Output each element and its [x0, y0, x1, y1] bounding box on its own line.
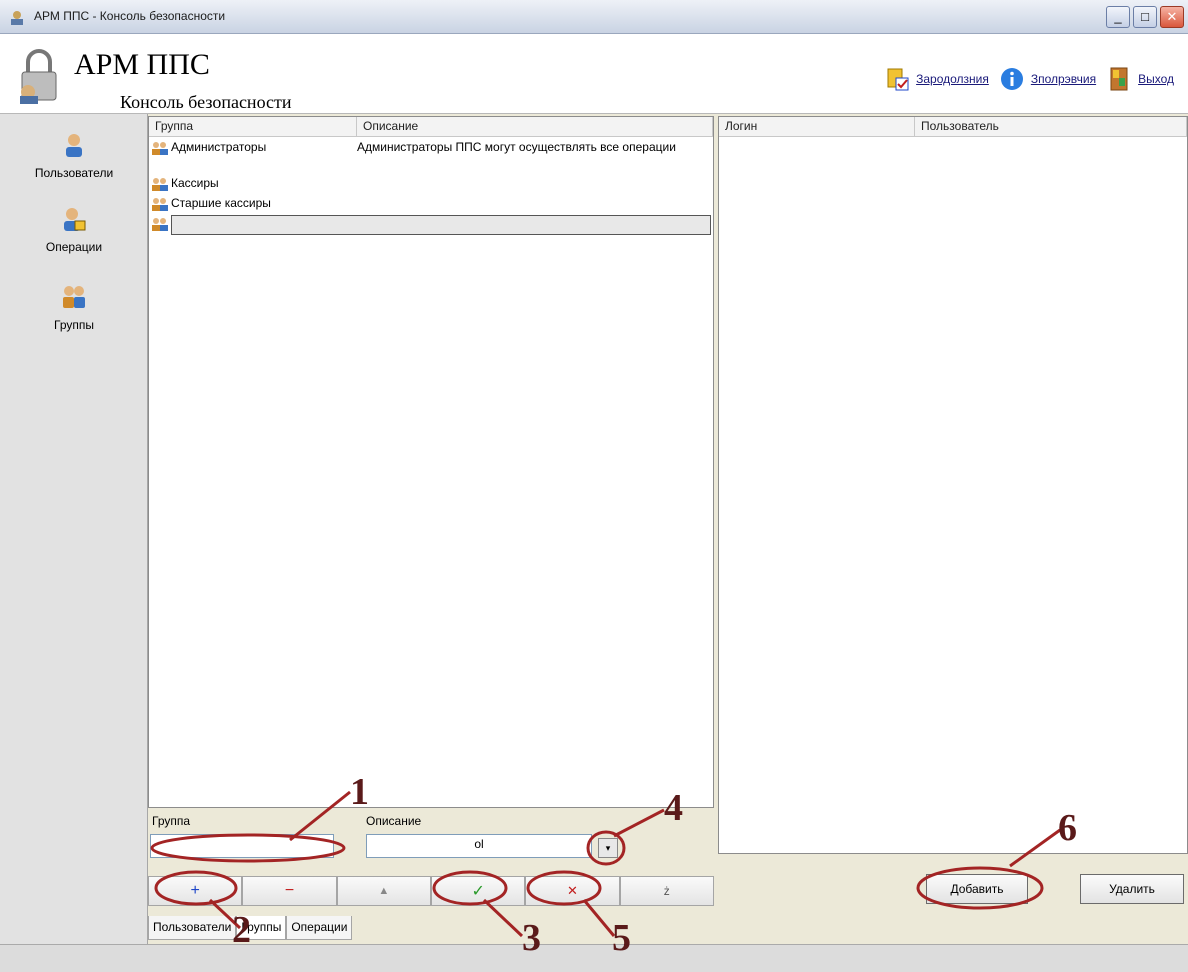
annotation-number-5: 5 [612, 917, 631, 959]
sidebar-item-operations[interactable]: Операции [0, 206, 148, 254]
group-name-cell: Администраторы [171, 140, 267, 154]
exit-door-icon [1110, 67, 1128, 91]
annotation-number-6: 6 [1058, 807, 1077, 849]
column-header-login[interactable]: Логин [719, 117, 915, 137]
cancel-button[interactable]: ✕ [525, 876, 620, 906]
sidebar-item-groups[interactable]: Группы [0, 284, 148, 332]
app-subtitle: Консоль безопасности [120, 92, 292, 112]
app-icon [11, 11, 23, 25]
description-dropdown-button[interactable]: ▾ [598, 838, 618, 858]
window-titlebar: АРМ ППС - Консоль безопасности _ □ ✕ [0, 0, 1188, 34]
header-link-exit[interactable]: Выход [1106, 66, 1174, 92]
close-button[interactable]: ✕ [1160, 6, 1184, 28]
group-desc-cell: Администраторы ППС могут осуществлять вс… [357, 140, 676, 154]
description-field-label: Описание [366, 814, 422, 828]
annotation-number-4: 4 [664, 787, 683, 829]
header-link-tasks[interactable]: Зародолзния [884, 66, 989, 92]
status-bar [0, 944, 1188, 972]
sidebar-item-label: Операции [45, 240, 103, 254]
remove-group-button[interactable]: − [242, 876, 337, 906]
group-icon [63, 286, 85, 308]
column-header-user[interactable]: Пользователь [915, 117, 1187, 137]
tasks-link[interactable]: Зародолзния [916, 72, 989, 86]
move-up-button[interactable]: ▲ [336, 876, 431, 906]
table-row[interactable]: Кассиры [149, 175, 713, 193]
group-icon [152, 218, 168, 231]
task-list-icon [887, 68, 909, 91]
app-title: АРМ ППС [74, 48, 210, 81]
add-member-button[interactable]: Добавить [926, 874, 1028, 904]
exit-link[interactable]: Выход [1138, 72, 1174, 86]
tab-operations[interactable]: Операции [286, 916, 353, 940]
members-grid: Логин Пользователь [718, 116, 1188, 854]
column-header-description[interactable]: Описание [357, 117, 713, 137]
lock-logo-icon [20, 49, 57, 104]
group-field-label: Группа [152, 814, 191, 828]
group-name-input[interactable] [150, 834, 334, 858]
sidebar-item-users[interactable]: Пользователи [0, 132, 148, 180]
annotation-number-3: 3 [522, 917, 541, 959]
app-header: АРМ ППС Консоль безопасности Зародолзния… [0, 34, 1188, 114]
sidebar: Пользователи Операции Группы [0, 114, 148, 944]
user-icon [66, 134, 82, 157]
new-row-editor[interactable] [171, 215, 711, 235]
annotation-number-1: 1 [350, 771, 369, 813]
info-icon [1000, 68, 1023, 90]
group-icon [152, 142, 168, 155]
add-group-button[interactable]: + [148, 876, 243, 906]
minimize-button[interactable]: _ [1106, 6, 1130, 28]
groups-toolbar: + − ▲ ✓ ✕ ż [148, 876, 714, 906]
table-row[interactable]: Администраторы Администраторы ППС могут … [149, 139, 713, 173]
group-name-cell: Старшие кассиры [171, 196, 271, 210]
annotation-line-4 [613, 808, 665, 838]
group-icon [152, 178, 168, 191]
annotation-number-2: 2 [232, 909, 251, 951]
group-icon [152, 198, 168, 211]
delete-member-button[interactable]: Удалить [1080, 874, 1184, 904]
other-button[interactable]: ż [619, 876, 714, 906]
header-link-info[interactable]: Зполрэвчия [999, 66, 1096, 92]
sidebar-item-label: Группы [54, 318, 94, 332]
accept-button[interactable]: ✓ [430, 876, 526, 906]
maximize-button[interactable]: □ [1133, 6, 1157, 28]
group-name-cell: Кассиры [171, 176, 219, 190]
table-row-new[interactable] [149, 215, 713, 235]
window-title: АРМ ППС - Консоль безопасности [34, 9, 226, 23]
column-header-group[interactable]: Группа [149, 117, 357, 137]
sidebar-item-label: Пользователи [34, 166, 114, 180]
description-input[interactable]: ol [366, 834, 592, 858]
groups-grid: Группа Описание Администраторы Администр… [148, 116, 714, 808]
tab-users[interactable]: Пользователи [148, 916, 237, 940]
info-link[interactable]: Зполрэвчия [1031, 72, 1096, 86]
table-row[interactable]: Старшие кассиры [149, 195, 713, 213]
operation-user-icon [64, 208, 86, 231]
